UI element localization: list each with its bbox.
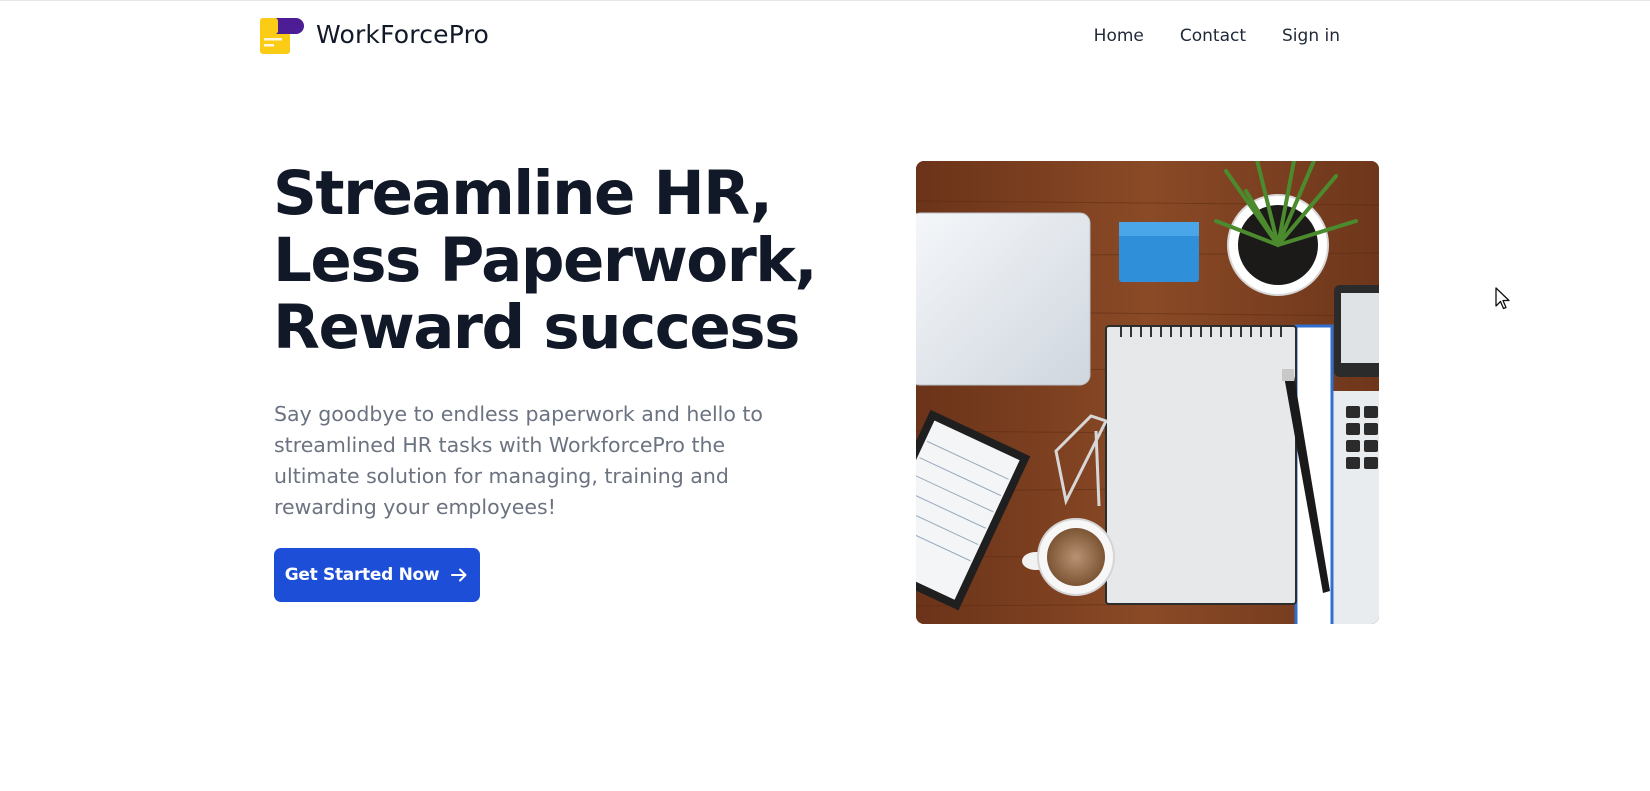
brand-name[interactable]: WorkForcePro [316, 20, 489, 49]
nav-home-link[interactable]: Home [1094, 26, 1144, 46]
get-started-button[interactable]: Get Started Now [274, 548, 480, 602]
nav-sign-in-link[interactable]: Sign in [1282, 26, 1340, 46]
workforcepro-logo-icon[interactable] [260, 18, 304, 54]
hero-title-line-3: Reward success [273, 292, 800, 363]
desk-illustration [916, 161, 1379, 624]
hero-title-line-1: Streamline HR, [273, 158, 773, 229]
arrow-right-icon [451, 568, 467, 582]
hero-description: Say goodbye to endless paperwork and hel… [274, 402, 763, 519]
top-nav: Home Contact Sign in [1094, 26, 1340, 46]
mouse-cursor-icon [1495, 287, 1510, 310]
hero-title: Streamline HR, Less Paperwork, Reward su… [273, 160, 873, 361]
hero-title-line-2: Less Paperwork, [273, 225, 818, 296]
nav-contact-link[interactable]: Contact [1180, 26, 1246, 46]
top-border [0, 0, 1650, 1]
get-started-label: Get Started Now [284, 565, 440, 585]
desk-workspace-photo [916, 161, 1379, 624]
